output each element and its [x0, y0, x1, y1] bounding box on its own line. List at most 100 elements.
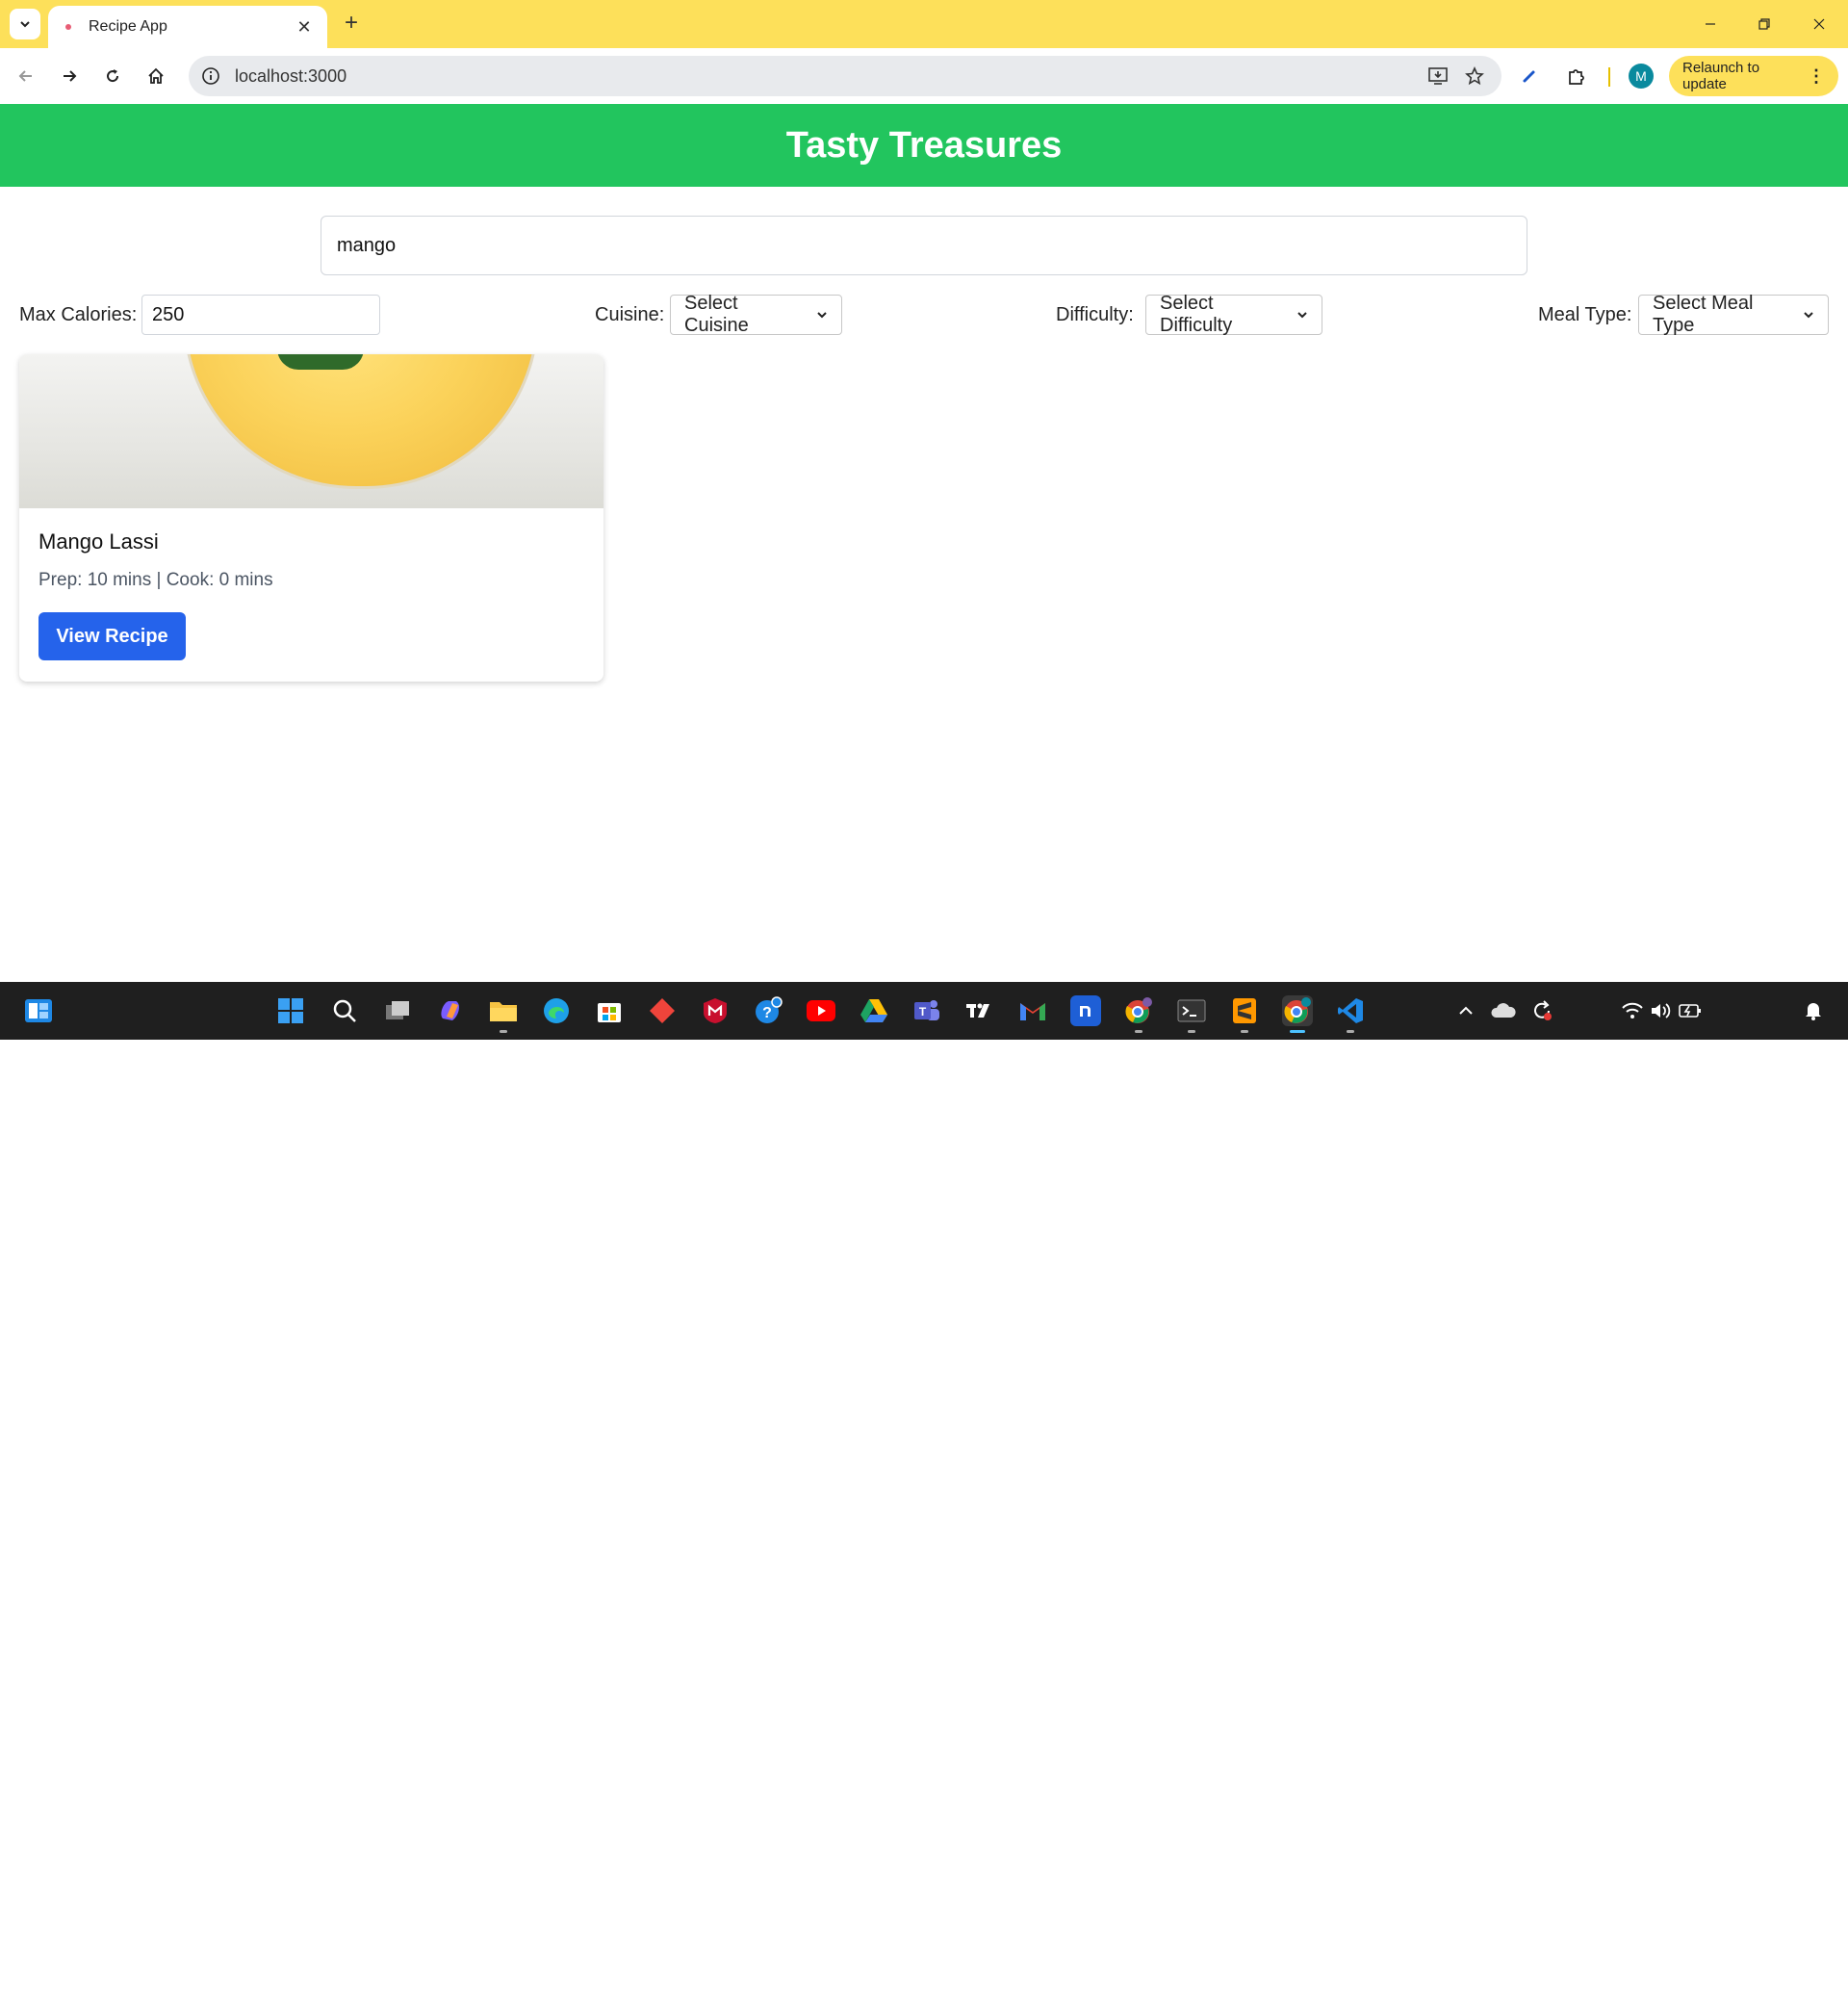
close-icon	[1813, 18, 1825, 30]
more-options-icon: ⋮	[1808, 65, 1825, 86]
max-calories-input[interactable]	[141, 295, 380, 335]
mint-garnish-image	[277, 354, 364, 370]
google-drive-icon[interactable]	[859, 995, 889, 1026]
tab-title: Recipe App	[89, 18, 167, 35]
meal-type-selected-value: Select Meal Type	[1653, 293, 1754, 336]
difficulty-label: Difficulty:	[1056, 304, 1134, 325]
tab-search-button[interactable]	[10, 9, 40, 39]
clock-date: 22-09-2024	[1735, 1994, 1810, 2010]
active-indicator	[1290, 1030, 1305, 1033]
chevron-down-icon	[807, 310, 828, 320]
minimize-icon	[1706, 23, 1715, 25]
view-recipe-button[interactable]: View Recipe	[38, 612, 186, 660]
chevron-down-icon	[1793, 310, 1814, 320]
restore-button[interactable]	[1750, 10, 1779, 39]
pen-extension-icon[interactable]	[1515, 62, 1544, 90]
back-button[interactable]	[12, 62, 40, 90]
clock[interactable]: 04:57 PM 22-09-2024	[1713, 1974, 1810, 2011]
edge-browser-icon[interactable]	[541, 995, 572, 1026]
relaunch-label: Relaunch to update	[1682, 60, 1760, 92]
search-icon[interactable]	[329, 995, 360, 1026]
battery-icon[interactable]	[1675, 995, 1706, 1026]
microsoft-store-icon[interactable]	[594, 995, 625, 1026]
file-explorer-icon[interactable]	[488, 995, 519, 1026]
language-indicator[interactable]: ENG IN	[1569, 1974, 1601, 2011]
forward-button[interactable]	[55, 62, 84, 90]
svg-text:T: T	[919, 1005, 927, 1018]
tradingview-icon[interactable]	[964, 995, 995, 1026]
recipe-name: Mango Lassi	[38, 529, 159, 554]
clock-time: 04:57 PM	[1747, 1975, 1810, 1992]
anydesk-icon[interactable]	[647, 995, 678, 1026]
mcafee-icon[interactable]	[700, 995, 731, 1026]
close-window-button[interactable]	[1805, 10, 1834, 39]
arrow-left-icon	[18, 70, 32, 82]
close-tab-icon[interactable]: ✕	[295, 17, 314, 38]
difficulty-select[interactable]: Select Difficulty	[1145, 293, 1322, 336]
address-bar[interactable]: localhost:3000	[189, 56, 1502, 96]
sublime-text-icon[interactable]	[1229, 995, 1260, 1026]
chevron-down-icon	[1287, 310, 1308, 320]
windows-start-icon[interactable]	[275, 995, 306, 1026]
terminal-icon[interactable]	[1176, 995, 1207, 1026]
running-indicator	[1241, 1030, 1248, 1033]
recipe-card-body: Mango Lassi Prep: 10 mins | Cook: 0 mins…	[19, 508, 603, 682]
cuisine-select[interactable]: Select Cuisine	[670, 293, 842, 336]
extensions-puzzle-icon[interactable]	[1562, 62, 1591, 90]
url-text[interactable]: localhost:3000	[235, 66, 1417, 87]
cuisine-label: Cuisine:	[595, 304, 665, 325]
arrow-right-icon	[64, 70, 77, 82]
recipe-card: Mango Lassi Prep: 10 mins | Cook: 0 mins…	[19, 354, 603, 682]
toolbar-divider	[1608, 67, 1610, 87]
profile-avatar[interactable]: M	[1629, 64, 1654, 89]
favicon-icon	[62, 20, 75, 34]
task-view-icon[interactable]	[382, 995, 413, 1026]
windows-taskbar: ? T ENG IN 04:57 PM 22-09-2024	[0, 982, 1848, 2010]
sync-icon[interactable]	[1527, 995, 1557, 1026]
install-app-icon[interactable]	[1423, 61, 1453, 91]
language-region: IN	[1577, 1994, 1592, 2010]
help-icon[interactable]: ?	[753, 995, 783, 1026]
chrome-active-icon[interactable]	[1282, 995, 1313, 1026]
notion-like-icon[interactable]	[1070, 995, 1101, 1026]
site-info-icon[interactable]	[200, 65, 221, 87]
running-indicator	[1188, 1030, 1195, 1033]
meal-type-label: Meal Type:	[1538, 304, 1632, 325]
svg-text:?: ?	[762, 1005, 772, 1021]
home-button[interactable]	[141, 62, 170, 90]
onedrive-icon[interactable]	[1488, 995, 1519, 1026]
show-hidden-icons-chevron-icon[interactable]	[1450, 995, 1481, 1026]
browser-tab-bar: Recipe App ✕ +	[0, 0, 1848, 48]
meal-type-select[interactable]: Select Meal Type	[1638, 293, 1829, 336]
youtube-icon[interactable]	[806, 995, 836, 1026]
bookmark-star-icon[interactable]	[1459, 61, 1490, 91]
widgets-icon[interactable]	[23, 995, 54, 1026]
running-indicator	[500, 1030, 507, 1033]
chrome-profile-icon[interactable]	[1123, 995, 1154, 1026]
teams-icon[interactable]: T	[911, 995, 942, 1026]
gmail-icon[interactable]	[1017, 995, 1048, 1026]
recipe-search-input[interactable]	[321, 216, 1527, 275]
difficulty-selected-value: Select Difficulty	[1160, 293, 1233, 336]
running-indicator	[1347, 1030, 1354, 1033]
copilot-icon[interactable]	[435, 995, 466, 1026]
home-icon	[148, 67, 164, 84]
recipe-image	[19, 354, 603, 508]
app-header: Tasty Treasures	[0, 104, 1848, 187]
lassi-glass-image	[183, 354, 539, 489]
minimize-button[interactable]	[1696, 10, 1725, 39]
notification-bell-icon[interactable]	[1798, 995, 1829, 1026]
recipe-meta: Prep: 10 mins | Cook: 0 mins	[38, 570, 273, 590]
browser-tab-recipe-app[interactable]: Recipe App ✕	[48, 6, 327, 48]
relaunch-to-update-button[interactable]: Relaunch to update ⋮	[1669, 56, 1838, 96]
new-tab-button[interactable]: +	[339, 12, 364, 37]
reload-button[interactable]	[98, 62, 127, 90]
app-title: Tasty Treasures	[785, 124, 1063, 166]
cuisine-selected-value: Select Cuisine	[684, 293, 749, 336]
running-indicator	[1135, 1030, 1142, 1033]
volume-icon[interactable]	[1646, 995, 1677, 1026]
language-code: ENG	[1569, 1975, 1601, 1992]
wifi-icon[interactable]	[1617, 995, 1648, 1026]
vscode-icon[interactable]	[1335, 995, 1366, 1026]
restore-icon	[1758, 18, 1770, 30]
